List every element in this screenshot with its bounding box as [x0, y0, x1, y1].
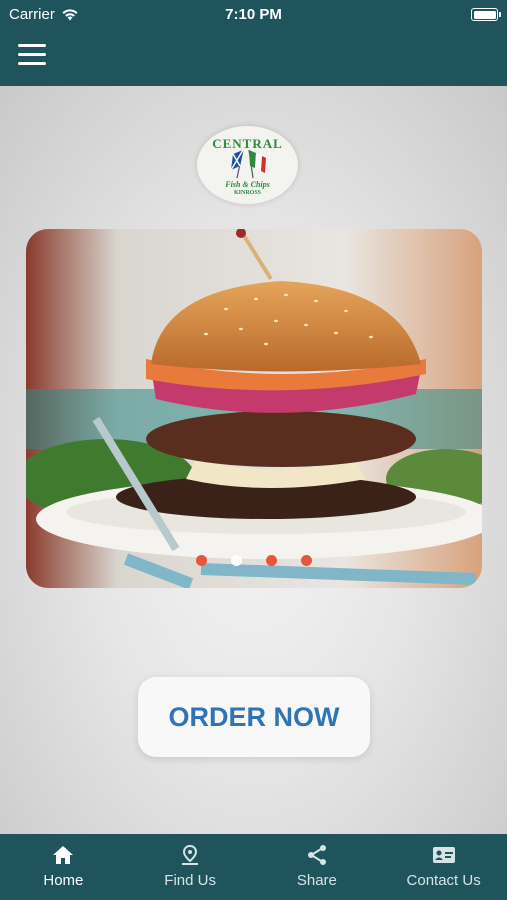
flags-icon: [230, 149, 266, 179]
tab-find-us[interactable]: Find Us: [127, 834, 254, 900]
restaurant-logo: CENTRAL Fish & Chips KINROSS: [197, 126, 298, 204]
share-icon: [307, 845, 326, 865]
tab-contact-us[interactable]: Contact Us: [380, 834, 507, 900]
image-carousel[interactable]: [26, 229, 482, 588]
carousel-dots: [26, 555, 482, 566]
logo-location: KINROSS: [233, 190, 261, 196]
burger-photo: [26, 229, 482, 588]
order-now-button[interactable]: ORDER NOW: [138, 677, 370, 757]
carousel-dot[interactable]: [266, 555, 277, 566]
status-bar: Carrier 7:10 PM: [0, 0, 507, 30]
tab-share[interactable]: Share: [254, 834, 381, 900]
hamburger-menu-icon[interactable]: [18, 44, 46, 68]
bottom-tab-bar: Home Find Us Share Contact Us: [0, 834, 507, 900]
location-pin-icon: [182, 844, 199, 865]
home-icon: [53, 846, 74, 864]
home-content: CENTRAL Fish & Chips KINROSS ORDER NOW: [0, 86, 507, 834]
nav-bar: [0, 30, 507, 86]
tab-label: Contact Us: [406, 872, 481, 889]
tab-home[interactable]: Home: [0, 834, 127, 900]
logo-subtitle: Fish & Chips: [225, 180, 270, 189]
tab-label: Share: [296, 872, 337, 889]
carousel-dot[interactable]: [196, 555, 207, 566]
tab-label: Home: [43, 872, 84, 889]
status-time: 7:10 PM: [225, 6, 282, 23]
battery-icon: [471, 8, 501, 21]
contact-card-icon: [432, 847, 455, 863]
carousel-dot[interactable]: [301, 555, 312, 566]
tab-label: Find Us: [164, 872, 216, 889]
carousel-dot-active[interactable]: [231, 555, 242, 566]
